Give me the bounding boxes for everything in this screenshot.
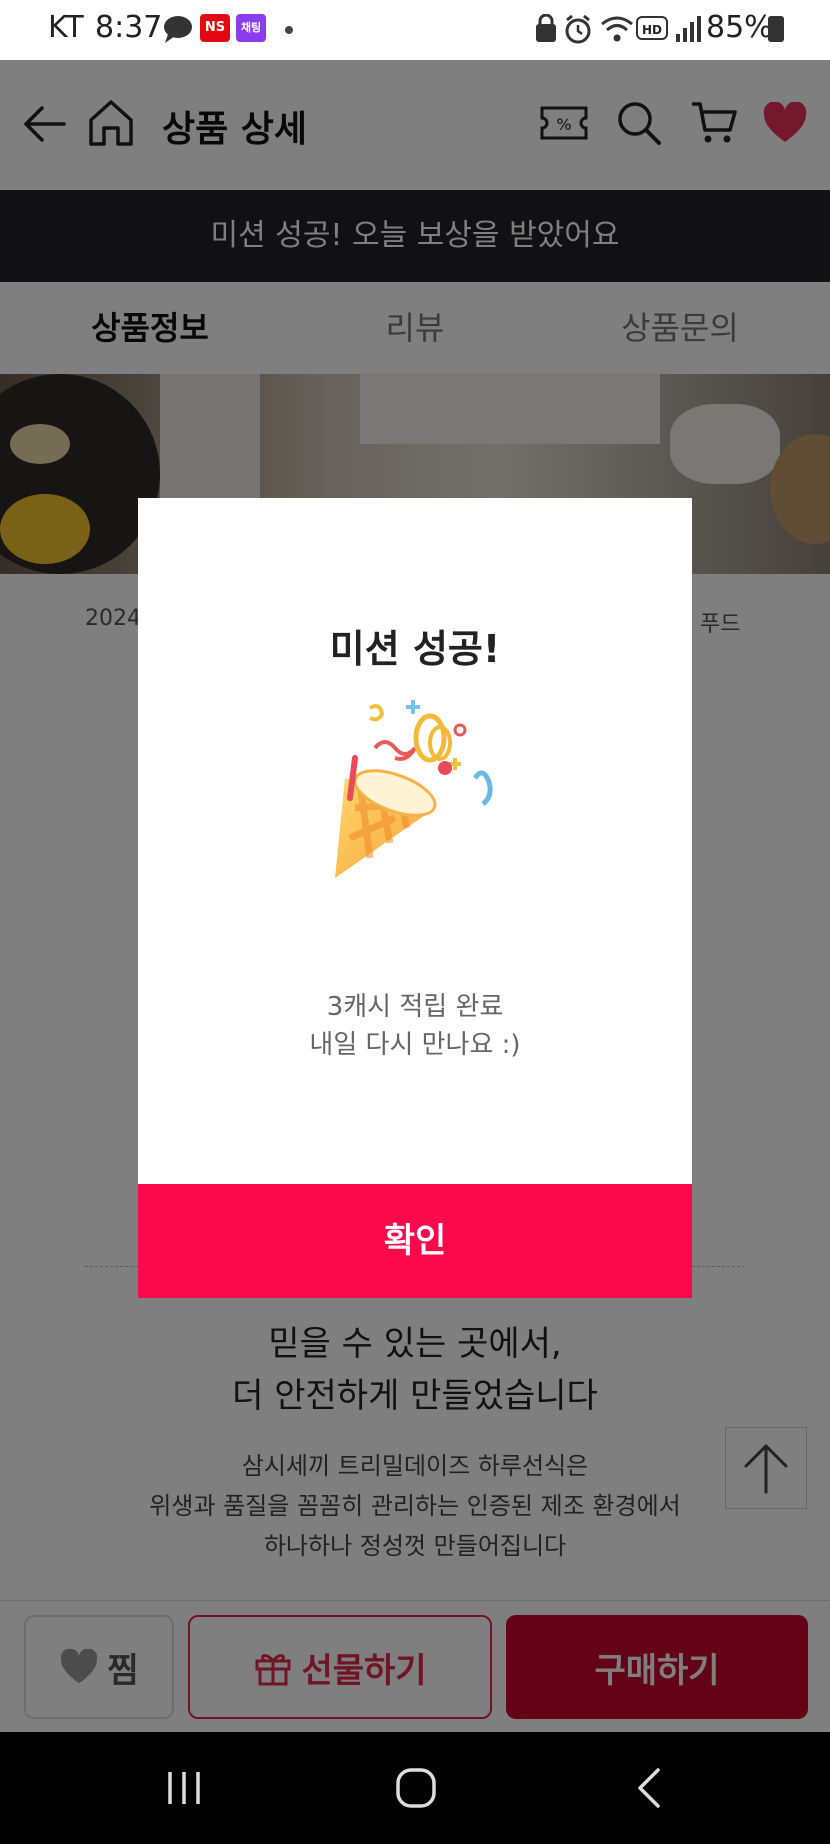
notification-dot-icon — [285, 26, 293, 34]
recent-apps-icon[interactable] — [166, 1768, 202, 1812]
battery-icon — [768, 16, 784, 42]
dialog-message: 3캐시 적립 완료 내일 다시 만나요 :) — [138, 988, 692, 1064]
dialog-title: 미션 성공! — [329, 627, 501, 671]
system-nav-bar — [0, 1732, 830, 1844]
sync-lock-icon — [534, 13, 558, 48]
wifi-icon — [600, 14, 634, 48]
status-bar: KT 8:37 NS 채팅 HD 85% — [0, 0, 830, 60]
back-nav-icon[interactable] — [634, 1766, 664, 1814]
mission-success-dialog: 미션 성공! 3캐시 적립 완료 내일 다시 만나요 :) 확인 — [138, 498, 692, 1298]
ns-app-icon: NS — [200, 14, 230, 42]
alarm-icon — [564, 14, 592, 48]
confirm-button[interactable]: 확인 — [138, 1184, 692, 1298]
home-nav-icon[interactable] — [394, 1766, 438, 1814]
chat-bubble-icon — [162, 14, 194, 48]
hd-voice-icon: HD — [636, 16, 668, 40]
battery-percent: 85% — [706, 10, 773, 45]
app-badge-icon: 채팅 — [236, 14, 266, 42]
dialog-message-line-1: 3캐시 적립 완료 — [326, 992, 504, 1022]
signal-icon — [674, 14, 702, 48]
carrier-label: KT — [48, 10, 84, 45]
party-popper-icon — [315, 698, 515, 938]
clock: 8:37 — [95, 10, 163, 45]
dialog-message-line-2: 내일 다시 만나요 :) — [309, 1030, 521, 1060]
